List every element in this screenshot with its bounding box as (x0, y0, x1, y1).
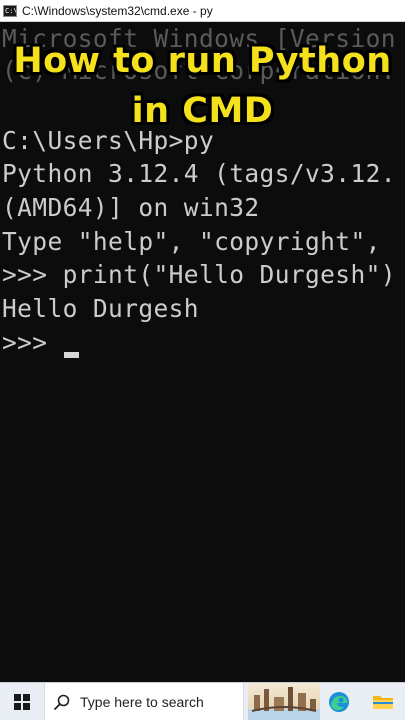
console-line: (AMD64)] on win32 (2, 193, 260, 222)
city-thumbnail-icon (248, 686, 320, 720)
taskbar-search[interactable]: Type here to search (44, 682, 244, 720)
console-line: Hello Durgesh (2, 294, 199, 323)
search-icon (54, 694, 70, 710)
console-line: Type "help", "copyright", (2, 227, 381, 256)
caption-line-2: in CMD (131, 91, 274, 131)
console-prompt: >>> (2, 328, 63, 357)
console-line: Python 3.12.4 (tags/v3.12. (2, 159, 396, 188)
text-cursor (64, 352, 79, 358)
edge-browser-icon[interactable] (324, 683, 354, 720)
start-button[interactable] (0, 683, 44, 720)
console-line: >>> print("Hello Durgesh") (2, 260, 396, 289)
video-caption: How to run Python in CMD (0, 36, 405, 136)
windows-logo-icon (14, 693, 30, 710)
caption-line-1: How to run Python (13, 41, 392, 81)
cmd-app-icon: C:\ (3, 4, 17, 17)
window-title-bar[interactable]: C:\ C:\Windows\system32\cmd.exe - py (0, 0, 405, 22)
taskbar: Type here to search (0, 682, 405, 720)
window-title: C:\Windows\system32\cmd.exe - py (22, 3, 213, 18)
news-widget[interactable] (248, 682, 320, 720)
file-explorer-icon[interactable] (368, 683, 398, 720)
search-placeholder: Type here to search (80, 693, 204, 710)
